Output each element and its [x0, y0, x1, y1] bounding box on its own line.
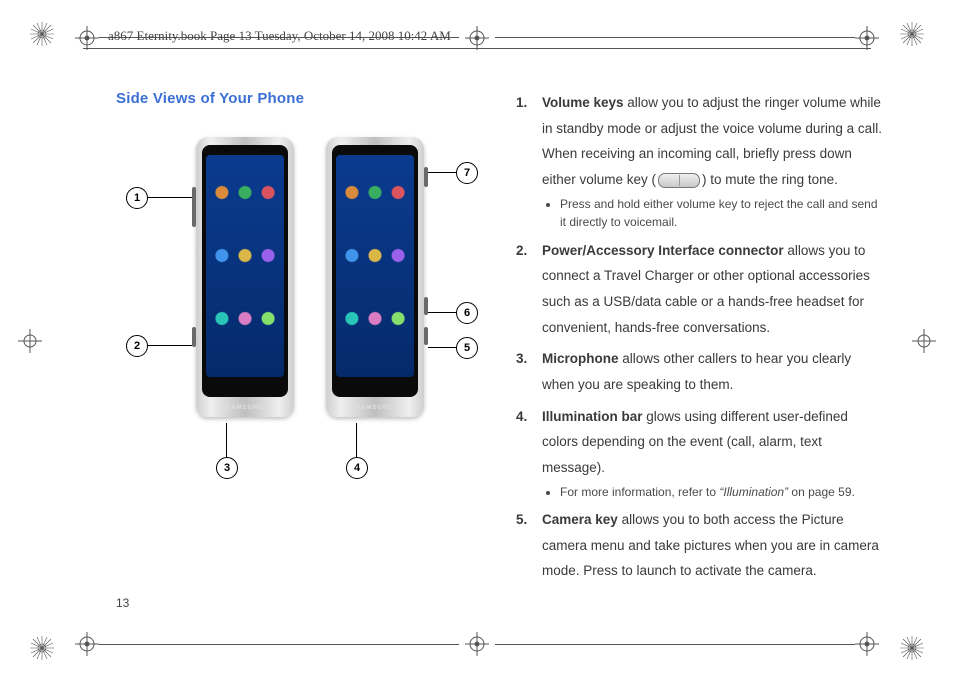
feature-body: ) to mute the ring tone.: [702, 172, 838, 187]
callout-5: 5: [456, 337, 478, 359]
feature-item: Camera key allows you to both access the…: [516, 507, 882, 584]
feature-sublist-item: For more information, refer to “Illumina…: [560, 483, 882, 502]
phone-brand: SAMSUNG: [326, 405, 424, 411]
leader-5: [428, 347, 456, 348]
lock-key: [424, 167, 428, 187]
cropmark-icon: [855, 632, 879, 656]
callout-2: 2: [126, 335, 148, 357]
leader-7: [428, 172, 456, 173]
feature-item: Microphone allows other callers to hear …: [516, 346, 882, 397]
feature-title: Illumination bar: [542, 409, 643, 424]
cropmark-icon: [75, 26, 99, 50]
accessory-connector: [192, 327, 196, 347]
feature-list: Volume keys allow you to adjust the ring…: [516, 90, 882, 584]
feature-sublist-item: Press and hold either volume key to reje…: [560, 195, 882, 232]
leader-1: [146, 197, 192, 198]
right-column: Volume keys allow you to adjust the ring…: [516, 90, 882, 622]
regmark-crosshair-icon: [912, 329, 936, 353]
leader-6: [428, 312, 456, 313]
feature-sublist: For more information, refer to “Illumina…: [542, 483, 882, 502]
feature-title: Camera key: [542, 512, 618, 527]
regmark-sunburst-icon: [30, 22, 54, 46]
feature-item: Volume keys allow you to adjust the ring…: [516, 90, 882, 232]
feature-sublist: Press and hold either volume key to reje…: [542, 195, 882, 232]
phone-brand: SAMSUNG: [196, 405, 294, 411]
feature-item: Power/Accessory Interface connector allo…: [516, 238, 882, 341]
phone-right-side: SAMSUNG: [326, 137, 424, 417]
callout-4: 4: [346, 457, 368, 479]
cropline: [495, 37, 855, 38]
feature-title: Microphone: [542, 351, 619, 366]
volume-keys: [192, 187, 196, 227]
cropmark-icon: [855, 26, 879, 50]
callout-7: 7: [456, 162, 478, 184]
regmark-sunburst-icon: [900, 22, 924, 46]
regmark-sunburst-icon: [30, 636, 54, 660]
section-title: Side Views of Your Phone: [116, 90, 476, 107]
leader-3: [226, 423, 227, 457]
page-body: Side Views of Your Phone SAMSUNG SAMSUNG: [116, 90, 882, 622]
page-number: 13: [116, 596, 129, 610]
callout-1: 1: [126, 187, 148, 209]
regmark-crosshair-icon: [18, 329, 42, 353]
running-header: a867 Eternity.book Page 13 Tuesday, Octo…: [108, 28, 451, 44]
feature-item: Illumination bar glows using different u…: [516, 404, 882, 502]
cropmark-icon: [465, 26, 489, 50]
phone-left-side: SAMSUNG: [196, 137, 294, 417]
feature-title: Power/Accessory Interface connector: [542, 243, 784, 258]
cropmark-icon: [465, 632, 489, 656]
volume-key-icon: [658, 173, 700, 188]
leader-4: [356, 423, 357, 457]
header-rule: [83, 48, 871, 49]
callout-3: 3: [216, 457, 238, 479]
leader-2: [146, 345, 192, 346]
cropline: [99, 644, 459, 645]
phone-figure: SAMSUNG SAMSUNG 1234567: [146, 127, 476, 497]
cropline: [495, 644, 855, 645]
camera-key: [424, 327, 428, 345]
xref-illumination: “Illumination”: [719, 485, 788, 499]
cropmark-icon: [75, 632, 99, 656]
feature-title: Volume keys: [542, 95, 624, 110]
left-column: Side Views of Your Phone SAMSUNG SAMSUNG: [116, 90, 476, 622]
callout-6: 6: [456, 302, 478, 324]
regmark-sunburst-icon: [900, 636, 924, 660]
